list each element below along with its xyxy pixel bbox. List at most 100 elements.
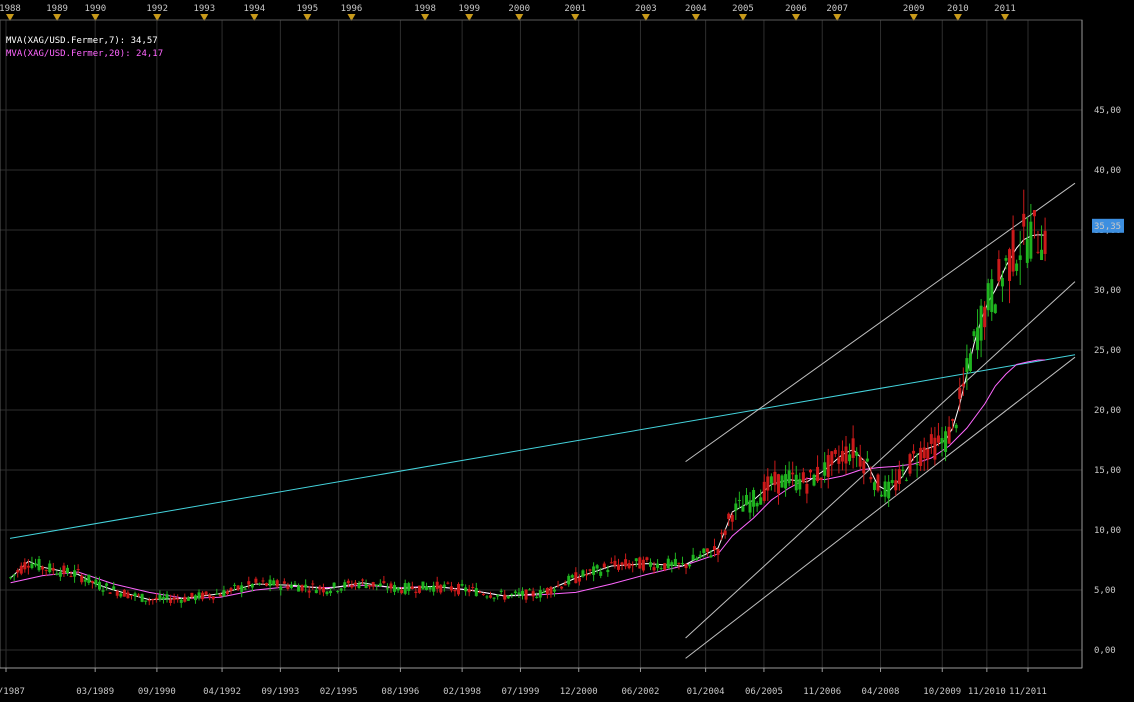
candle-body [588, 569, 592, 571]
candle-body [396, 587, 400, 591]
year-marker-label: 2001 [564, 4, 586, 14]
candle-body [485, 596, 489, 598]
candle-body [346, 580, 350, 584]
candle-body [631, 564, 635, 566]
candle-body [1032, 210, 1036, 217]
candle-body [275, 580, 279, 587]
candle-body [880, 494, 884, 497]
candle-body [712, 546, 716, 550]
candle-body [705, 548, 709, 552]
candle-body [933, 437, 937, 460]
candle-body [218, 594, 222, 597]
candle-body [257, 583, 261, 585]
candle-body [549, 587, 553, 595]
candle-body [833, 449, 837, 454]
candle-body [481, 593, 485, 596]
year-marker-label: 1992 [146, 4, 168, 14]
candle-body [851, 438, 855, 458]
x-tick-label: 10/2009 [923, 687, 961, 697]
candle-body [997, 259, 1001, 282]
candle-body [887, 481, 891, 499]
candle-body [855, 452, 859, 456]
candle-body [26, 565, 30, 568]
x-tick-label: 12/2000 [560, 687, 598, 697]
candle-body [744, 494, 748, 505]
candle-body [691, 554, 695, 561]
candle-body [265, 583, 269, 586]
candle-body [289, 584, 293, 589]
candle-body [268, 579, 272, 586]
candle-body [926, 448, 930, 460]
candle-body [794, 474, 798, 491]
candle-body [1000, 277, 1004, 287]
candle-body [311, 583, 315, 585]
y-tick-label: 5,00 [1094, 586, 1116, 596]
candle-body [1011, 230, 1015, 272]
candle-body [1008, 249, 1012, 282]
year-marker-label: 2000 [508, 4, 530, 14]
candle-body [606, 569, 610, 573]
candle-body [211, 596, 215, 600]
candle-body [990, 279, 994, 312]
candle-body [297, 586, 301, 592]
candle-body [670, 562, 674, 566]
candle-body [684, 563, 688, 569]
candle-body [805, 483, 809, 494]
candle-body [55, 573, 59, 575]
candle-body [233, 584, 237, 586]
candle-body [97, 581, 101, 590]
candle-body [915, 463, 919, 466]
candle-body [272, 580, 276, 586]
candle-body [197, 592, 201, 599]
candle-body [133, 593, 137, 597]
candle-body [897, 469, 901, 484]
candle-body [816, 466, 820, 482]
candle-body [585, 574, 589, 576]
candle-body [499, 590, 503, 592]
candle-body [616, 564, 620, 570]
candle-body [12, 574, 16, 576]
candle-body [62, 565, 66, 574]
candle-body [883, 481, 887, 497]
y-tick-label: 20,00 [1094, 406, 1121, 416]
candle-body [563, 583, 567, 586]
candle-body [958, 387, 962, 399]
candle-body [517, 592, 521, 595]
candle-body [33, 563, 37, 566]
candle-body [680, 562, 684, 564]
x-tick-label: 07/1999 [501, 687, 539, 697]
candle-body [467, 589, 471, 593]
year-marker-label: 2006 [785, 4, 807, 14]
candle-body [247, 581, 251, 585]
candle-body [613, 560, 617, 566]
candle-body [279, 586, 283, 590]
candle-body [385, 588, 389, 590]
candle-body [748, 500, 752, 513]
candle-body [602, 563, 606, 568]
candle-body [663, 563, 667, 570]
candle-body [336, 590, 340, 592]
candle-body [1022, 213, 1026, 227]
candle-body [1036, 251, 1040, 253]
candle-body [904, 479, 908, 481]
candle-body [83, 579, 87, 582]
candle-body [570, 575, 574, 578]
candle-body [723, 530, 727, 535]
candle-body [542, 591, 546, 593]
candle-body [869, 476, 873, 480]
candle-body [890, 480, 894, 483]
candle-body [44, 569, 48, 571]
candle-body [641, 559, 645, 571]
candle-body [19, 565, 23, 574]
candle-body [23, 562, 27, 570]
candle-body [357, 583, 361, 588]
y-tick-label: 15,00 [1094, 466, 1121, 476]
candle-body [965, 358, 969, 373]
candle-body [151, 599, 155, 601]
candle-body [293, 583, 297, 585]
x-tick-label: 11/2011 [1009, 687, 1047, 697]
candle-body [972, 331, 976, 337]
candle-body [201, 592, 205, 600]
candle-body [126, 592, 130, 599]
candle-body [69, 575, 73, 577]
